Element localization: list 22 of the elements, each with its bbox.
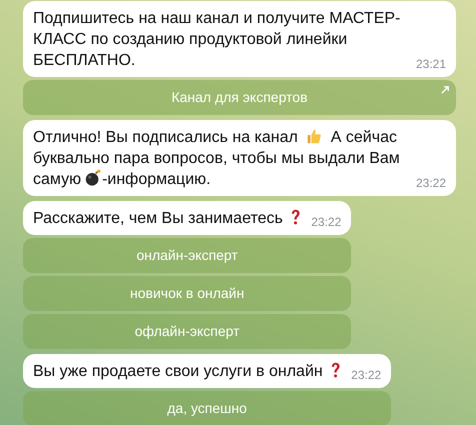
message-text: Отлично! Вы подписались на канал [33, 129, 298, 146]
question-icon [330, 361, 342, 379]
message-time: 23:21 [416, 56, 446, 72]
reply-button[interactable]: онлайн-эксперт [23, 238, 352, 273]
message-time: 23:22 [351, 367, 382, 383]
link-button[interactable]: Канал для экспертов [23, 80, 456, 115]
message-time: 23:22 [311, 214, 342, 230]
message-time: 23:22 [416, 175, 446, 191]
arrow-icon [441, 85, 450, 94]
reply-button[interactable]: да, успешно [23, 391, 392, 425]
message-text: Вы уже продаете свои услуги в онлайн [33, 363, 323, 380]
message-text: Подпишитесь на наш канал и получите МАСТЕР-КЛАСС по созданию продуктовой линейки БЕСПЛАТНО. [33, 9, 402, 71]
reply-button[interactable]: офлайн-эксперт [23, 314, 352, 349]
message-text: -информацию. [102, 171, 211, 188]
message-text: А сейчас [330, 129, 397, 146]
question-icon [290, 208, 302, 226]
bomb-icon [84, 169, 102, 187]
message-text: самую [33, 171, 82, 188]
thumbs-up-icon [305, 127, 324, 145]
reply-button[interactable]: новичок в онлайн [23, 276, 352, 311]
message-text: Расскажите, чем Вы занимаетесь [33, 210, 283, 227]
message-text: буквально пара вопросов, чтобы мы выдали Вам [33, 150, 400, 167]
